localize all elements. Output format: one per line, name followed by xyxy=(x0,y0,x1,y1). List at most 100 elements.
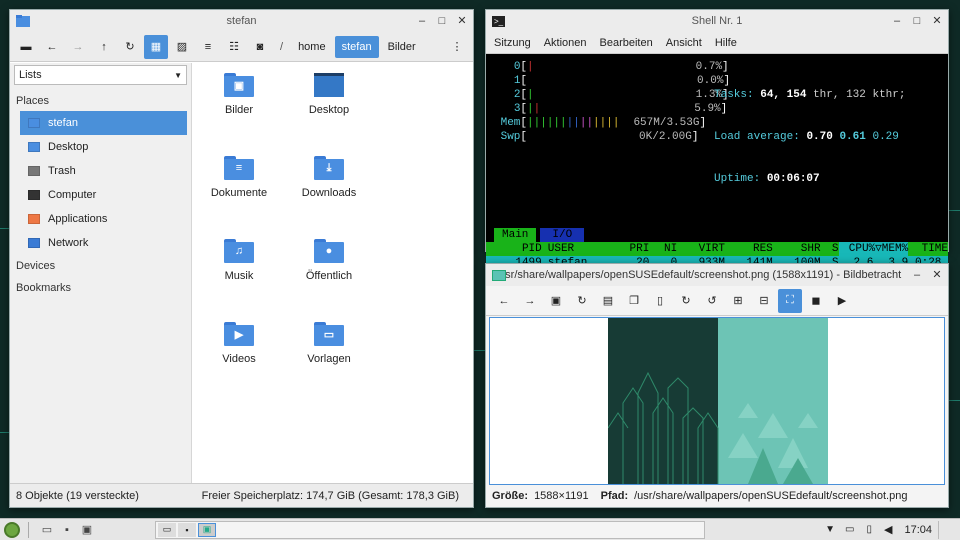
column-header[interactable]: S xyxy=(821,242,839,256)
path-button-stefan[interactable]: stefan xyxy=(334,35,379,58)
slideshow-play-icon[interactable]: ▶ xyxy=(830,289,854,313)
maximize-button[interactable]: □ xyxy=(437,16,447,27)
clipboard-icon[interactable]: ▯ xyxy=(866,524,872,535)
minimize-button[interactable]: – xyxy=(417,16,427,27)
save-icon[interactable]: ▤ xyxy=(596,289,620,313)
folder-item[interactable]: ▣ Bilder xyxy=(194,69,284,152)
folder-item[interactable]: ▭ Vorlagen xyxy=(284,318,374,401)
reload-icon[interactable]: ↻ xyxy=(118,35,142,59)
icon-view-button[interactable]: ▦ xyxy=(144,34,168,59)
zoom-out-icon[interactable]: ⊟ xyxy=(752,289,776,313)
folder-icon: ● xyxy=(314,239,344,263)
menu-bearbeiten[interactable]: Bearbeiten xyxy=(600,37,653,49)
previous-image-icon[interactable]: ← xyxy=(492,289,516,313)
copy-icon[interactable]: ❐ xyxy=(622,289,646,313)
desktop-launcher-icon[interactable]: ▣ xyxy=(77,521,97,539)
close-button[interactable]: ✕ xyxy=(457,16,467,27)
computer-icon[interactable]: ▬ xyxy=(14,35,38,59)
places-list: stefan Desktop Trash Computer Applications Ne… xyxy=(14,111,187,255)
column-header[interactable]: PRI xyxy=(606,242,650,256)
paste-icon[interactable]: ▯ xyxy=(648,289,672,313)
column-header[interactable]: USER xyxy=(542,242,606,256)
up-arrow-icon[interactable]: ↑ xyxy=(92,35,116,59)
rotate-clockwise-icon[interactable]: ↻ xyxy=(674,289,698,313)
column-header[interactable]: VIRT xyxy=(677,242,725,256)
sidebar-item-computer[interactable]: Computer xyxy=(20,183,187,207)
rotate-counterclockwise-icon[interactable]: ↺ xyxy=(700,289,724,313)
sidebar-item-stefan[interactable]: stefan xyxy=(20,111,187,135)
keyboard-icon[interactable]: ▭ xyxy=(845,524,854,535)
network-icon[interactable]: ▼ xyxy=(825,524,835,535)
sidebar-item-desktop[interactable]: Desktop xyxy=(20,135,187,159)
column-header[interactable]: CPU%▽MEM% xyxy=(838,242,909,256)
close-button[interactable]: ✕ xyxy=(932,16,942,27)
column-header[interactable]: SHR xyxy=(773,242,821,256)
path-button-home[interactable]: home xyxy=(291,36,333,58)
back-arrow-icon[interactable]: ← xyxy=(40,35,64,59)
column-header[interactable]: PID xyxy=(486,242,542,256)
desktop-icon xyxy=(28,142,40,152)
sidebar-item-network[interactable]: Network xyxy=(20,231,187,255)
path-separator: / xyxy=(280,40,284,53)
task-terminal[interactable]: ▪ xyxy=(178,522,196,537)
close-button[interactable]: ✕ xyxy=(932,270,942,281)
folder-item[interactable]: ♫ Musik xyxy=(194,235,284,318)
htop-tab-main[interactable]: Main xyxy=(494,228,537,242)
cpu-meter: 3[|| 5.9%] xyxy=(513,103,728,115)
column-header[interactable]: NI xyxy=(649,242,677,256)
menu-ansicht[interactable]: Ansicht xyxy=(666,37,702,49)
forward-arrow-icon[interactable]: → xyxy=(66,35,90,59)
image-canvas[interactable] xyxy=(489,317,945,485)
show-desktop-button[interactable] xyxy=(938,520,956,539)
reload-icon[interactable]: ↻ xyxy=(570,289,594,313)
file-manager-launcher-icon[interactable]: ▭ xyxy=(37,521,57,539)
drive-icon[interactable]: ◙ xyxy=(248,35,272,59)
sidebar-item-applications[interactable]: Applications xyxy=(20,207,187,231)
sidebar-item-label: Network xyxy=(48,237,89,249)
file-grid: ▣ Bilder Desktop ≡ Dokumente ⤓ Downloads ♫ Musik… xyxy=(194,63,473,483)
menu-sitzung[interactable]: Sitzung xyxy=(494,37,531,49)
image-viewer-window: /usr/share/wallpapers/openSUSEdefault/sc… xyxy=(485,263,949,508)
thumbnail-view-button[interactable]: ▨ xyxy=(170,35,194,59)
next-image-icon[interactable]: → xyxy=(518,289,542,313)
system-summary: Tasks: 64, 154 thr, 132 kthr; Load avera… xyxy=(710,60,906,214)
list-view-button[interactable]: ≡ xyxy=(196,35,220,59)
path-button-bilder[interactable]: Bilder xyxy=(381,36,423,58)
menu-aktionen[interactable]: Aktionen xyxy=(544,37,587,49)
menu-kebab-icon[interactable]: ⋮ xyxy=(445,35,469,59)
volume-icon[interactable]: ◀ xyxy=(884,523,892,536)
column-header[interactable]: TIME xyxy=(908,242,948,256)
minimize-button[interactable]: – xyxy=(892,16,902,27)
minimize-button[interactable]: – xyxy=(912,270,922,281)
cpu-meters: 0[| 0.7%] 1[0.0%] 2[| 1.3%] 3[|| 5.9%] Mem[… xyxy=(486,60,730,214)
maximize-button[interactable]: □ xyxy=(912,16,922,27)
clock[interactable]: 17:04 xyxy=(904,524,932,536)
viewer-titlebar[interactable]: /usr/share/wallpapers/openSUSEdefault/sc… xyxy=(486,264,948,286)
sidebar-item-label: Applications xyxy=(48,213,108,225)
load-5: 0.61 xyxy=(839,131,866,143)
start-menu-button[interactable] xyxy=(4,521,20,538)
task-image-viewer[interactable]: ▣ xyxy=(198,522,216,537)
folder-item[interactable]: ● Öffentlich xyxy=(284,235,374,318)
task-file-manager[interactable]: ▭ xyxy=(158,522,176,537)
side-pane-select[interactable]: Lists ▼ xyxy=(14,65,187,85)
compact-view-button[interactable]: ☷ xyxy=(222,35,246,59)
folder-item[interactable]: Desktop xyxy=(284,69,374,152)
terminal-launcher-icon[interactable]: ▪ xyxy=(57,521,77,539)
open-file-icon[interactable]: ▣ xyxy=(544,289,568,313)
folder-item[interactable]: ≡ Dokumente xyxy=(194,152,284,235)
bookmarks-heading: Bookmarks xyxy=(16,282,72,294)
menu-hilfe[interactable]: Hilfe xyxy=(715,37,737,49)
zoom-in-icon[interactable]: ⊞ xyxy=(726,289,750,313)
folder-item[interactable]: ⤓ Downloads xyxy=(284,152,374,235)
fullscreen-icon[interactable]: ◼ xyxy=(804,289,828,313)
sidebar-item-trash[interactable]: Trash xyxy=(20,159,187,183)
terminal-titlebar[interactable]: >_ Shell Nr. 1 – □ ✕ xyxy=(486,10,948,32)
htop-tab-io[interactable]: I/O xyxy=(540,228,585,242)
file-manager-titlebar[interactable]: stefan – □ ✕ xyxy=(10,10,473,32)
folder-item[interactable]: ▶ Videos xyxy=(194,318,284,401)
folder-label: Vorlagen xyxy=(307,353,351,365)
folder-label: Musik xyxy=(224,270,254,282)
fit-window-icon[interactable]: ⛶ xyxy=(778,288,802,313)
column-header[interactable]: RES xyxy=(725,242,773,256)
